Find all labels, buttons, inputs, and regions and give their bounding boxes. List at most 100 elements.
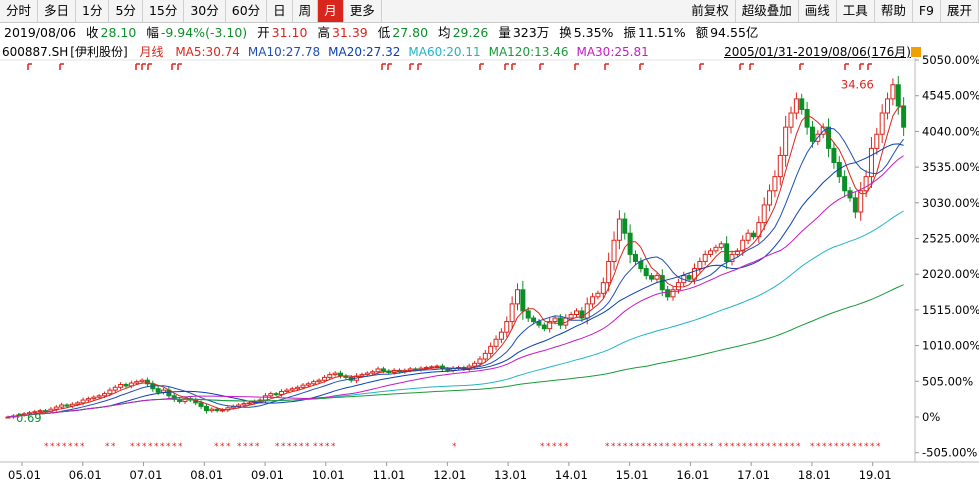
event-star: * xyxy=(172,442,177,452)
candle-body xyxy=(209,408,215,412)
candle-body xyxy=(279,391,285,395)
candle-body xyxy=(123,383,129,387)
x-tick-label: 08.01 xyxy=(190,468,223,482)
event-star: * xyxy=(870,442,875,452)
candle-body xyxy=(783,126,789,156)
event-star: * xyxy=(299,442,304,452)
event-star: * xyxy=(331,442,336,452)
candle-body xyxy=(595,292,601,298)
candle-body xyxy=(901,105,907,128)
candle-body xyxy=(670,289,676,298)
event-star: * xyxy=(305,442,310,452)
event-star: * xyxy=(772,442,777,452)
y-tick-label: 4545.00% xyxy=(922,89,979,103)
candle-body xyxy=(788,112,794,128)
candle-body xyxy=(493,338,499,347)
candle-body xyxy=(477,358,483,364)
event-star: * xyxy=(810,442,815,452)
event-star: * xyxy=(74,442,79,452)
candle-body xyxy=(295,386,301,390)
candle-body xyxy=(241,403,247,406)
candle-body xyxy=(895,84,901,107)
event-star: * xyxy=(611,442,616,452)
event-star: * xyxy=(828,442,833,452)
event-star: * xyxy=(742,442,747,452)
event-star: * xyxy=(130,442,135,452)
event-star: * xyxy=(275,442,280,452)
candle-body xyxy=(75,402,81,405)
candle-body xyxy=(364,372,370,376)
candle-body xyxy=(289,388,295,391)
x-tick-label: 09.01 xyxy=(251,468,284,482)
min-annotation: 0.69 xyxy=(16,411,42,425)
candle-body xyxy=(874,133,880,149)
event-star: * xyxy=(281,442,286,452)
candle-body xyxy=(482,352,488,360)
candle-body xyxy=(161,389,167,393)
event-star: * xyxy=(80,442,85,452)
candle-body xyxy=(761,204,767,224)
candle-body xyxy=(407,368,413,371)
candle-body xyxy=(616,218,622,241)
event-star: * xyxy=(778,442,783,452)
event-star: * xyxy=(653,442,658,452)
candle-body xyxy=(708,250,714,255)
candle-body xyxy=(112,386,118,391)
candle-body xyxy=(359,374,365,377)
event-star: * xyxy=(659,442,664,452)
candle-body xyxy=(102,393,108,397)
candle-body xyxy=(863,176,869,192)
event-star: * xyxy=(293,442,298,452)
candle-body xyxy=(268,393,274,397)
candle-body xyxy=(370,371,376,374)
event-star: * xyxy=(319,442,324,452)
candle-body xyxy=(198,402,204,407)
candle-body xyxy=(273,393,279,396)
candle-body xyxy=(311,381,317,385)
y-tick-label: 3535.00% xyxy=(922,160,979,174)
event-star: * xyxy=(846,442,851,452)
event-star: * xyxy=(546,442,551,452)
candle-body xyxy=(809,126,815,142)
candle-body xyxy=(80,399,86,404)
y-tick-label: 505.00% xyxy=(922,374,973,388)
candle-body xyxy=(316,379,322,383)
event-star: * xyxy=(790,442,795,452)
candle-body xyxy=(665,289,671,298)
event-star: * xyxy=(237,442,242,452)
candle-body xyxy=(799,98,805,110)
y-tick-label: 2525.00% xyxy=(922,232,979,246)
candle-body xyxy=(686,275,692,280)
candle-body xyxy=(332,372,338,376)
y-tick-label: 1010.00% xyxy=(922,339,979,353)
candle-body xyxy=(718,243,724,248)
x-tick-label: 17.01 xyxy=(737,468,770,482)
candle-body xyxy=(606,260,612,284)
candle-body xyxy=(632,253,638,262)
event-star: * xyxy=(684,442,689,452)
candle-body xyxy=(793,98,799,114)
candle-body xyxy=(590,296,596,305)
y-tick-label: 2020.00% xyxy=(922,267,979,281)
event-star: * xyxy=(876,442,881,452)
candle-body xyxy=(697,260,703,270)
event-star: * xyxy=(718,442,723,452)
x-tick-label: 07.01 xyxy=(130,468,163,482)
candle-body xyxy=(767,190,773,206)
event-star: * xyxy=(852,442,857,452)
max-annotation: 34.66 xyxy=(841,78,874,92)
event-star: * xyxy=(249,442,254,452)
y-tick-label: 0% xyxy=(922,410,940,424)
event-star: * xyxy=(287,442,292,452)
x-tick-label: 13.01 xyxy=(494,468,527,482)
candle-body xyxy=(885,98,891,114)
event-star: * xyxy=(142,442,147,452)
candle-body xyxy=(504,321,510,333)
candle-body xyxy=(541,324,547,330)
event-star: * xyxy=(678,442,683,452)
event-star: * xyxy=(160,442,165,452)
event-star: * xyxy=(647,442,652,452)
event-star: * xyxy=(760,442,765,452)
event-star: * xyxy=(858,442,863,452)
candle-body xyxy=(600,282,606,294)
